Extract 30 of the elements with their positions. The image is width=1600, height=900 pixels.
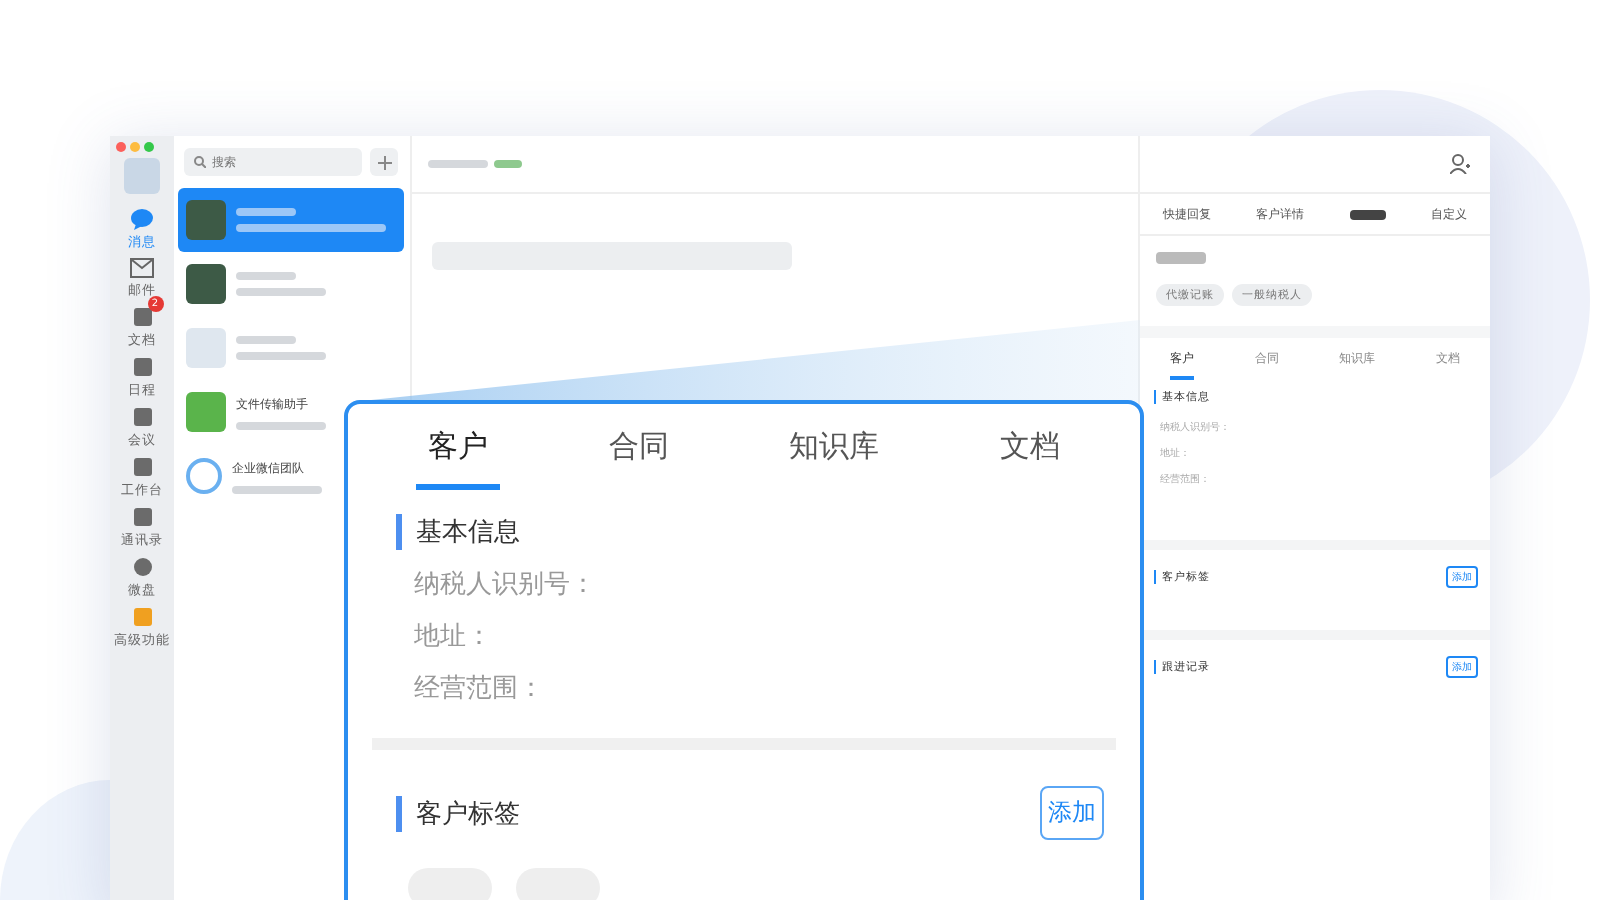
chat-item[interactable] xyxy=(178,188,404,252)
field-label: 经营范围： xyxy=(414,672,546,706)
app-icon[interactable] xyxy=(131,506,153,528)
folder-icon xyxy=(186,392,226,432)
field-label: 纳税人识别号： xyxy=(414,568,598,602)
app-icon[interactable] xyxy=(131,356,153,378)
app-icon[interactable] xyxy=(131,556,153,578)
app-icon[interactable] xyxy=(131,456,153,478)
section-title: 基本信息 xyxy=(396,514,1092,550)
tab[interactable]: 文档 xyxy=(987,428,1072,490)
tab[interactable]: 知识库 xyxy=(777,428,892,490)
customer-name xyxy=(1156,252,1206,264)
app-icon[interactable] xyxy=(131,306,153,328)
section-title: 客户标签 xyxy=(396,795,520,831)
search-icon xyxy=(194,156,206,168)
mail-icon[interactable] xyxy=(130,258,154,278)
chat-logo-icon xyxy=(186,458,222,494)
avatar-icon xyxy=(186,328,226,368)
avatar-icon xyxy=(186,200,226,240)
tab[interactable]: 客户 xyxy=(416,428,501,490)
window-controls-icon[interactable] xyxy=(116,142,154,152)
avatar-icon xyxy=(186,264,226,304)
add-icon[interactable] xyxy=(370,148,398,176)
chat-bubble-icon[interactable] xyxy=(130,208,154,230)
tab[interactable]: 合同 xyxy=(596,428,681,490)
panel-tab[interactable] xyxy=(1349,209,1386,219)
field-label: 地址： xyxy=(414,620,494,654)
add-button[interactable]: 添加 xyxy=(1040,786,1104,840)
add-user-icon[interactable] xyxy=(1450,154,1470,174)
app-icon[interactable] xyxy=(131,406,153,428)
